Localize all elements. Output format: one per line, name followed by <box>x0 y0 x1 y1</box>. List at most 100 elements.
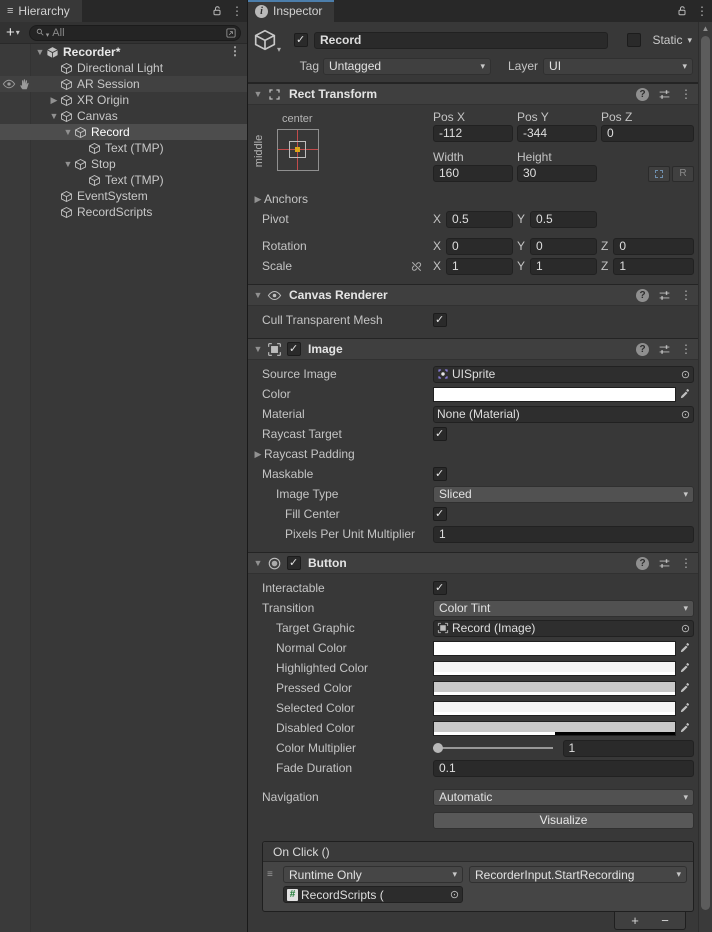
hierarchy-item-stop[interactable]: ▼ Stop <box>0 156 247 172</box>
hierarchy-item-ar-session[interactable]: ▶ AR Session <box>0 76 247 92</box>
fill-center-checkbox[interactable] <box>433 507 447 521</box>
kebab-menu-icon[interactable]: ⋮ <box>680 289 692 301</box>
maskable-checkbox[interactable] <box>433 467 447 481</box>
event-target-object-field[interactable]: # RecordScripts ( ⊙ <box>283 886 463 903</box>
scene-kebab-icon[interactable]: ⋮ <box>229 45 241 57</box>
pos-y-field[interactable]: -344 <box>517 125 597 142</box>
pivot-y-field[interactable]: 0.5 <box>530 211 597 228</box>
height-field[interactable]: 30 <box>517 165 597 182</box>
static-dropdown-arrow[interactable]: ▾ <box>687 35 692 46</box>
help-icon[interactable]: ? <box>636 289 649 302</box>
anchor-preset-widget[interactable]: center middle <box>256 109 433 189</box>
event-function-dropdown[interactable]: RecorderInput.StartRecording▾ <box>469 866 687 883</box>
hierarchy-item-directional-light[interactable]: ▶ Directional Light <box>0 60 247 76</box>
scroll-up-arrow[interactable]: ▲ <box>699 24 712 33</box>
tab-hierarchy[interactable]: ≡ Hierarchy <box>0 0 82 22</box>
highlighted-color-swatch[interactable] <box>433 661 676 676</box>
tab-inspector[interactable]: i Inspector <box>248 0 334 22</box>
object-picker-icon[interactable]: ⊙ <box>678 368 693 381</box>
foldout-icon[interactable]: ▶ <box>48 95 60 106</box>
foldout-icon[interactable]: ▼ <box>252 558 264 568</box>
presets-icon[interactable] <box>658 289 671 302</box>
help-icon[interactable]: ? <box>636 88 649 101</box>
add-event-button[interactable]: + <box>622 913 648 929</box>
foldout-icon[interactable]: ▶ <box>252 194 264 205</box>
layer-dropdown[interactable]: UI▾ <box>543 58 693 75</box>
visualize-button[interactable]: Visualize <box>433 812 694 829</box>
anchor-preset-diagram[interactable] <box>277 129 319 171</box>
eyedropper-icon[interactable] <box>676 388 694 400</box>
hierarchy-item-recordscripts[interactable]: ▶ RecordScripts <box>0 204 247 220</box>
pressed-color-swatch[interactable] <box>433 681 676 696</box>
kebab-menu-icon[interactable]: ⋮ <box>680 343 692 355</box>
slider-handle[interactable] <box>433 743 443 753</box>
ppu-multiplier-field[interactable]: 1 <box>433 526 694 543</box>
presets-icon[interactable] <box>658 343 671 356</box>
object-picker-icon[interactable]: ⊙ <box>447 888 462 901</box>
foldout-icon[interactable]: ▼ <box>62 127 74 137</box>
blueprint-mode-button[interactable] <box>648 166 670 182</box>
help-icon[interactable]: ? <box>636 343 649 356</box>
presets-icon[interactable] <box>658 88 671 101</box>
color-swatch[interactable] <box>433 387 676 402</box>
pos-x-field[interactable]: -112 <box>433 125 513 142</box>
hierarchy-search[interactable]: ▾ <box>29 25 241 41</box>
interactable-checkbox[interactable] <box>433 581 447 595</box>
eyedropper-icon[interactable] <box>676 702 694 714</box>
color-multiplier-field[interactable]: 1 <box>563 740 695 757</box>
lock-icon[interactable] <box>676 5 688 17</box>
cull-transparent-mesh-checkbox[interactable] <box>433 313 447 327</box>
pivot-x-field[interactable]: 0.5 <box>446 211 513 228</box>
navigation-dropdown[interactable]: Automatic▾ <box>433 789 694 806</box>
help-icon[interactable]: ? <box>636 557 649 570</box>
button-enabled-checkbox[interactable] <box>287 556 301 570</box>
image-type-dropdown[interactable]: Sliced▾ <box>433 486 694 503</box>
pos-z-field[interactable]: 0 <box>601 125 694 142</box>
object-picker-icon[interactable]: ⊙ <box>678 408 693 421</box>
material-field[interactable]: None (Material) ⊙ <box>433 406 694 423</box>
eyedropper-icon[interactable] <box>676 682 694 694</box>
transition-dropdown[interactable]: Color Tint▾ <box>433 600 694 617</box>
normal-color-swatch[interactable] <box>433 641 676 656</box>
search-filter-arrow[interactable]: ▾ <box>46 31 50 39</box>
remove-event-button[interactable]: − <box>652 913 678 929</box>
search-input[interactable] <box>52 27 225 39</box>
rotation-x-field[interactable]: 0 <box>446 238 513 255</box>
tag-dropdown[interactable]: Untagged▾ <box>323 58 491 75</box>
source-image-field[interactable]: UISprite ⊙ <box>433 366 694 383</box>
foldout-icon[interactable]: ▶ <box>252 449 264 460</box>
section-header-image[interactable]: ▼ Image ? ⋮ <box>248 338 698 360</box>
event-mode-dropdown[interactable]: Runtime Only▾ <box>283 866 463 883</box>
foldout-icon[interactable]: ▼ <box>252 290 264 300</box>
scale-z-field[interactable]: 1 <box>613 258 694 275</box>
width-field[interactable]: 160 <box>433 165 513 182</box>
name-field[interactable]: Record <box>314 32 608 49</box>
section-header-rect-transform[interactable]: ▼ Rect Transform ? ⋮ <box>248 83 698 105</box>
scene-picking-hand-icon[interactable] <box>18 77 32 91</box>
foldout-icon[interactable]: ▼ <box>62 159 74 169</box>
fade-duration-field[interactable]: 0.1 <box>433 760 694 777</box>
foldout-icon[interactable]: ▼ <box>252 89 264 99</box>
object-picker-icon[interactable]: ⊙ <box>678 622 693 635</box>
hierarchy-item-scene[interactable]: ▼ Recorder* ⋮ <box>0 44 247 60</box>
hierarchy-item-eventsystem[interactable]: ▶ EventSystem <box>0 188 247 204</box>
raw-edit-mode-button[interactable]: R <box>672 166 694 182</box>
eyedropper-icon[interactable] <box>676 642 694 654</box>
foldout-icon[interactable]: ▼ <box>48 111 60 121</box>
scene-visibility-eye-icon[interactable] <box>2 77 16 91</box>
image-enabled-checkbox[interactable] <box>287 342 301 356</box>
create-object-button[interactable]: +▾ <box>6 25 20 40</box>
active-checkbox[interactable] <box>294 33 308 47</box>
scale-x-field[interactable]: 1 <box>446 258 513 275</box>
scale-y-field[interactable]: 1 <box>530 258 597 275</box>
foldout-icon[interactable]: ▼ <box>252 344 264 354</box>
static-checkbox[interactable] <box>627 33 641 47</box>
kebab-menu-icon[interactable]: ⋮ <box>231 5 243 17</box>
foldout-icon[interactable]: ▼ <box>34 47 46 57</box>
scrollbar-thumb[interactable] <box>701 36 710 910</box>
eyedropper-icon[interactable] <box>676 722 694 734</box>
kebab-menu-icon[interactable]: ⋮ <box>680 557 692 569</box>
rotation-y-field[interactable]: 0 <box>530 238 597 255</box>
hierarchy-item-canvas[interactable]: ▼ Canvas <box>0 108 247 124</box>
eyedropper-icon[interactable] <box>676 662 694 674</box>
